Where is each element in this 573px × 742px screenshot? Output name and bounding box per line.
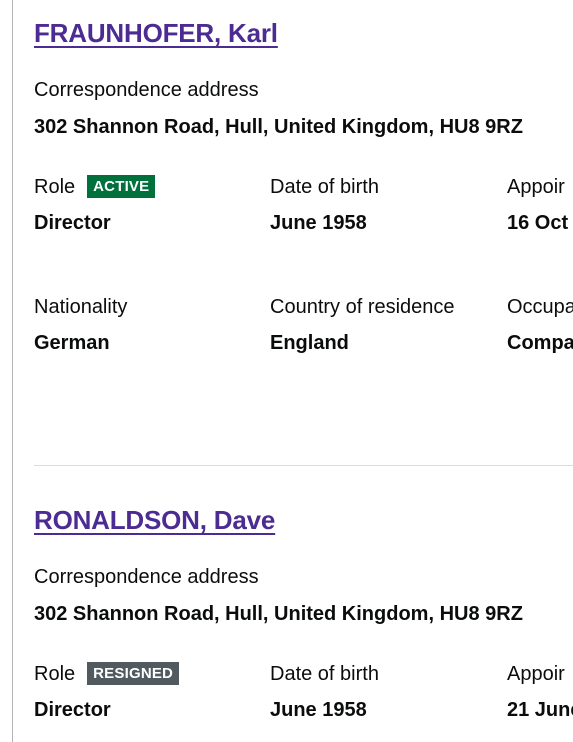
appointed-on-label: Appoir xyxy=(507,663,565,685)
left-border xyxy=(12,0,13,742)
date-of-birth-label: Date of birth xyxy=(270,176,379,198)
role-label: Role xyxy=(34,663,76,685)
role-value: Director xyxy=(34,699,111,721)
date-of-birth-value: June 1958 xyxy=(270,699,367,721)
correspondence-address-label: Correspondence address xyxy=(34,566,259,588)
country-of-residence-value: England xyxy=(270,332,349,354)
role-label-row: Role RESIGNED xyxy=(34,660,274,688)
date-of-birth-label: Date of birth xyxy=(270,663,379,685)
officer-card: FRAUNHOFER, Karl Correspondence address … xyxy=(34,16,573,354)
role-value: Director xyxy=(34,212,111,234)
correspondence-address-value: 302 Shannon Road, Hull, United Kingdom, … xyxy=(34,116,523,138)
occupation-label: Occupa xyxy=(507,296,573,318)
status-badge: RESIGNED xyxy=(87,662,180,685)
correspondence-address-value: 302 Shannon Road, Hull, United Kingdom, … xyxy=(34,603,523,625)
role-label-row: Role ACTIVE xyxy=(34,173,274,201)
appointed-on-label: Appoir xyxy=(507,176,565,198)
status-badge: ACTIVE xyxy=(87,175,156,198)
officer-card: RONALDSON, Dave Correspondence address 3… xyxy=(34,503,573,721)
country-of-residence-label: Country of residence xyxy=(270,296,455,318)
officer-name-link[interactable]: RONALDSON, Dave xyxy=(34,503,275,537)
appointed-on-value: 21 June xyxy=(507,699,573,721)
section-divider xyxy=(34,465,573,466)
correspondence-address-label: Correspondence address xyxy=(34,79,259,101)
role-label: Role xyxy=(34,176,76,198)
nationality-label: Nationality xyxy=(34,296,128,318)
appointed-on-value: 16 Oct xyxy=(507,212,569,234)
occupation-value: Compa xyxy=(507,332,573,354)
officer-name-link[interactable]: FRAUNHOFER, Karl xyxy=(34,16,278,50)
date-of-birth-value: June 1958 xyxy=(270,212,367,234)
nationality-value: German xyxy=(34,332,110,354)
